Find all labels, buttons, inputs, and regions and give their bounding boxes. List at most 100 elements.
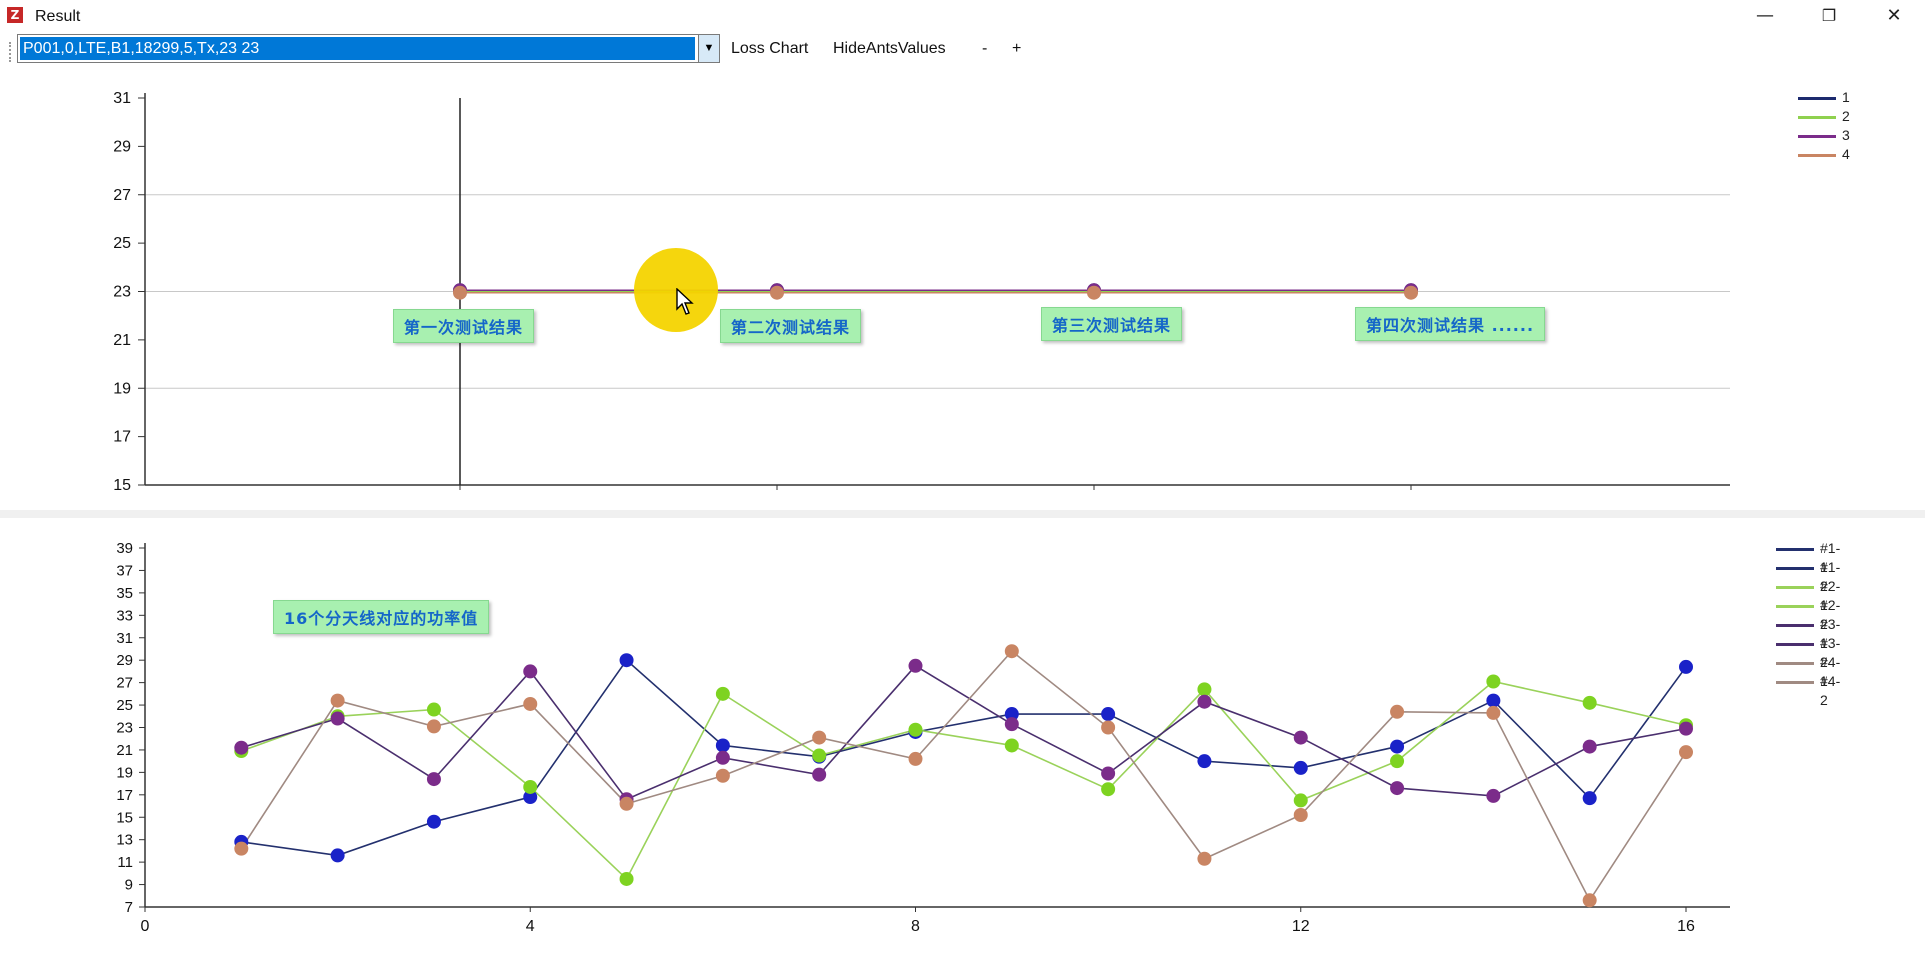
legend-swatch bbox=[1776, 586, 1814, 589]
data-point-#2[interactable] bbox=[1004, 738, 1019, 753]
chevron-down-icon[interactable]: ▼ bbox=[698, 35, 719, 62]
data-point-#3[interactable] bbox=[1293, 730, 1308, 745]
data-point-#2[interactable] bbox=[1197, 682, 1212, 697]
data-point-#2[interactable] bbox=[1582, 695, 1597, 710]
window-title: Result bbox=[35, 8, 81, 25]
loss-chart-button[interactable]: Loss Chart bbox=[731, 38, 808, 60]
annotation-antenna-power: 16个分天线对应的功率值 bbox=[273, 600, 490, 634]
data-point-4[interactable] bbox=[453, 285, 467, 300]
y-tick-label: 23 bbox=[113, 284, 131, 301]
data-point-#4[interactable] bbox=[1390, 704, 1405, 719]
data-point-#1[interactable] bbox=[1486, 693, 1501, 708]
data-point-#1[interactable] bbox=[619, 653, 634, 668]
data-point-#3[interactable] bbox=[234, 740, 249, 755]
data-point-4[interactable] bbox=[1404, 285, 1418, 300]
data-point-#2[interactable] bbox=[812, 748, 827, 763]
data-point-#2[interactable] bbox=[1390, 754, 1405, 769]
legend-label: 3 bbox=[1842, 127, 1850, 143]
combobox-value[interactable]: P001,0,LTE,B1,18299,5,Tx,23 23 bbox=[20, 37, 695, 60]
test-select-combobox[interactable]: P001,0,LTE,B1,18299,5,Tx,23 23 ▼ bbox=[17, 34, 720, 63]
close-button[interactable]: ✕ bbox=[1871, 4, 1917, 28]
data-point-#2[interactable] bbox=[715, 686, 730, 701]
y-tick-label: 37 bbox=[116, 562, 133, 579]
data-point-#1[interactable] bbox=[1390, 739, 1405, 754]
x-tick-label: 8 bbox=[911, 918, 920, 935]
y-tick-label: 15 bbox=[113, 477, 131, 494]
annotation-second-result: 第二次测试结果 bbox=[720, 309, 862, 343]
legend-label: 2 bbox=[1842, 108, 1850, 124]
data-point-#4[interactable] bbox=[1197, 851, 1212, 866]
annotation-fourth-result: 第四次测试结果 ...... bbox=[1355, 307, 1546, 341]
legend-swatch bbox=[1798, 116, 1836, 119]
data-point-4[interactable] bbox=[770, 285, 784, 300]
antenna-chart-panel: 7 9 11 13 15 17 19 21 23 25 27 29 31 33 35 37 39 0 4 8 12 16 … bbox=[0, 518, 1925, 963]
data-point-#3[interactable] bbox=[812, 767, 827, 782]
data-point-#4[interactable] bbox=[523, 696, 538, 711]
antenna-chart[interactable]: 7 9 11 13 15 17 19 21 23 25 27 29 31 33 35 37 39 0 4 8 12 16 bbox=[0, 518, 1925, 963]
data-point-#1[interactable] bbox=[330, 848, 345, 863]
minimize-button[interactable]: — bbox=[1742, 4, 1788, 28]
y-tick-label: 35 bbox=[116, 585, 133, 602]
data-point-#2[interactable] bbox=[426, 702, 441, 717]
y-tick-label: 21 bbox=[113, 332, 131, 349]
data-point-#3[interactable] bbox=[1197, 694, 1212, 709]
data-point-#4[interactable] bbox=[1101, 720, 1116, 735]
data-point-#3[interactable] bbox=[1101, 766, 1116, 781]
data-point-#3[interactable] bbox=[908, 658, 923, 673]
app-icon: Z bbox=[7, 7, 23, 23]
data-point-#4[interactable] bbox=[330, 693, 345, 708]
toolbar-grip[interactable] bbox=[9, 42, 13, 62]
legend-swatch bbox=[1776, 605, 1814, 608]
y-tick-label: 25 bbox=[116, 697, 133, 714]
data-point-#2[interactable] bbox=[619, 871, 634, 886]
data-point-#4[interactable] bbox=[1486, 705, 1501, 720]
legend-swatch bbox=[1776, 548, 1814, 551]
legend-swatch bbox=[1776, 662, 1814, 665]
data-point-#1[interactable] bbox=[1582, 791, 1597, 806]
data-point-#4[interactable] bbox=[715, 768, 730, 783]
y-tick-label: 31 bbox=[116, 630, 133, 647]
hide-ants-values-button[interactable]: HideAntsValues bbox=[833, 38, 946, 60]
data-point-#4[interactable] bbox=[234, 841, 249, 856]
data-point-#1[interactable] bbox=[715, 738, 730, 753]
data-point-#2[interactable] bbox=[908, 722, 923, 737]
data-point-#1[interactable] bbox=[426, 814, 441, 829]
data-point-#3[interactable] bbox=[715, 750, 730, 765]
legend-swatch bbox=[1798, 135, 1836, 138]
data-point-#3[interactable] bbox=[1390, 781, 1405, 796]
data-point-#3[interactable] bbox=[1004, 717, 1019, 732]
x-tick-label: 12 bbox=[1292, 918, 1310, 935]
data-point-#3[interactable] bbox=[1679, 721, 1693, 736]
legend-swatch bbox=[1798, 97, 1836, 100]
mouse-pointer-icon bbox=[676, 288, 694, 315]
panel-splitter[interactable] bbox=[0, 510, 1925, 518]
data-point-#4[interactable] bbox=[1582, 893, 1597, 908]
data-point-#4[interactable] bbox=[426, 719, 441, 734]
data-point-#3[interactable] bbox=[426, 772, 441, 787]
data-point-#3[interactable] bbox=[330, 711, 345, 726]
data-point-#1[interactable] bbox=[1197, 754, 1212, 769]
data-point-#2[interactable] bbox=[1101, 782, 1116, 797]
summary-chart[interactable]: 151719212325272931 bbox=[0, 70, 1925, 510]
data-point-#1[interactable] bbox=[1101, 707, 1116, 722]
data-point-#4[interactable] bbox=[908, 751, 923, 766]
data-point-#1[interactable] bbox=[1293, 760, 1308, 775]
data-point-#2[interactable] bbox=[1293, 793, 1308, 808]
data-point-#3[interactable] bbox=[523, 664, 538, 679]
data-point-#4[interactable] bbox=[619, 796, 634, 811]
data-point-#2[interactable] bbox=[1486, 674, 1501, 689]
data-point-#4[interactable] bbox=[1679, 745, 1693, 760]
data-point-4[interactable] bbox=[1087, 285, 1101, 300]
data-point-#4[interactable] bbox=[1004, 644, 1019, 659]
data-point-#4[interactable] bbox=[812, 730, 827, 745]
data-point-#1[interactable] bbox=[1679, 659, 1693, 674]
data-point-#4[interactable] bbox=[1293, 808, 1308, 823]
zoom-in-button[interactable]: + bbox=[1012, 38, 1021, 60]
data-point-#3[interactable] bbox=[1582, 739, 1597, 754]
data-point-#2[interactable] bbox=[523, 779, 538, 794]
data-point-#3[interactable] bbox=[1486, 788, 1501, 803]
y-tick-label: 13 bbox=[116, 832, 133, 849]
zoom-out-button[interactable]: - bbox=[982, 38, 987, 60]
restore-button[interactable]: ❐ bbox=[1806, 4, 1852, 28]
y-tick-label: 17 bbox=[113, 429, 131, 446]
